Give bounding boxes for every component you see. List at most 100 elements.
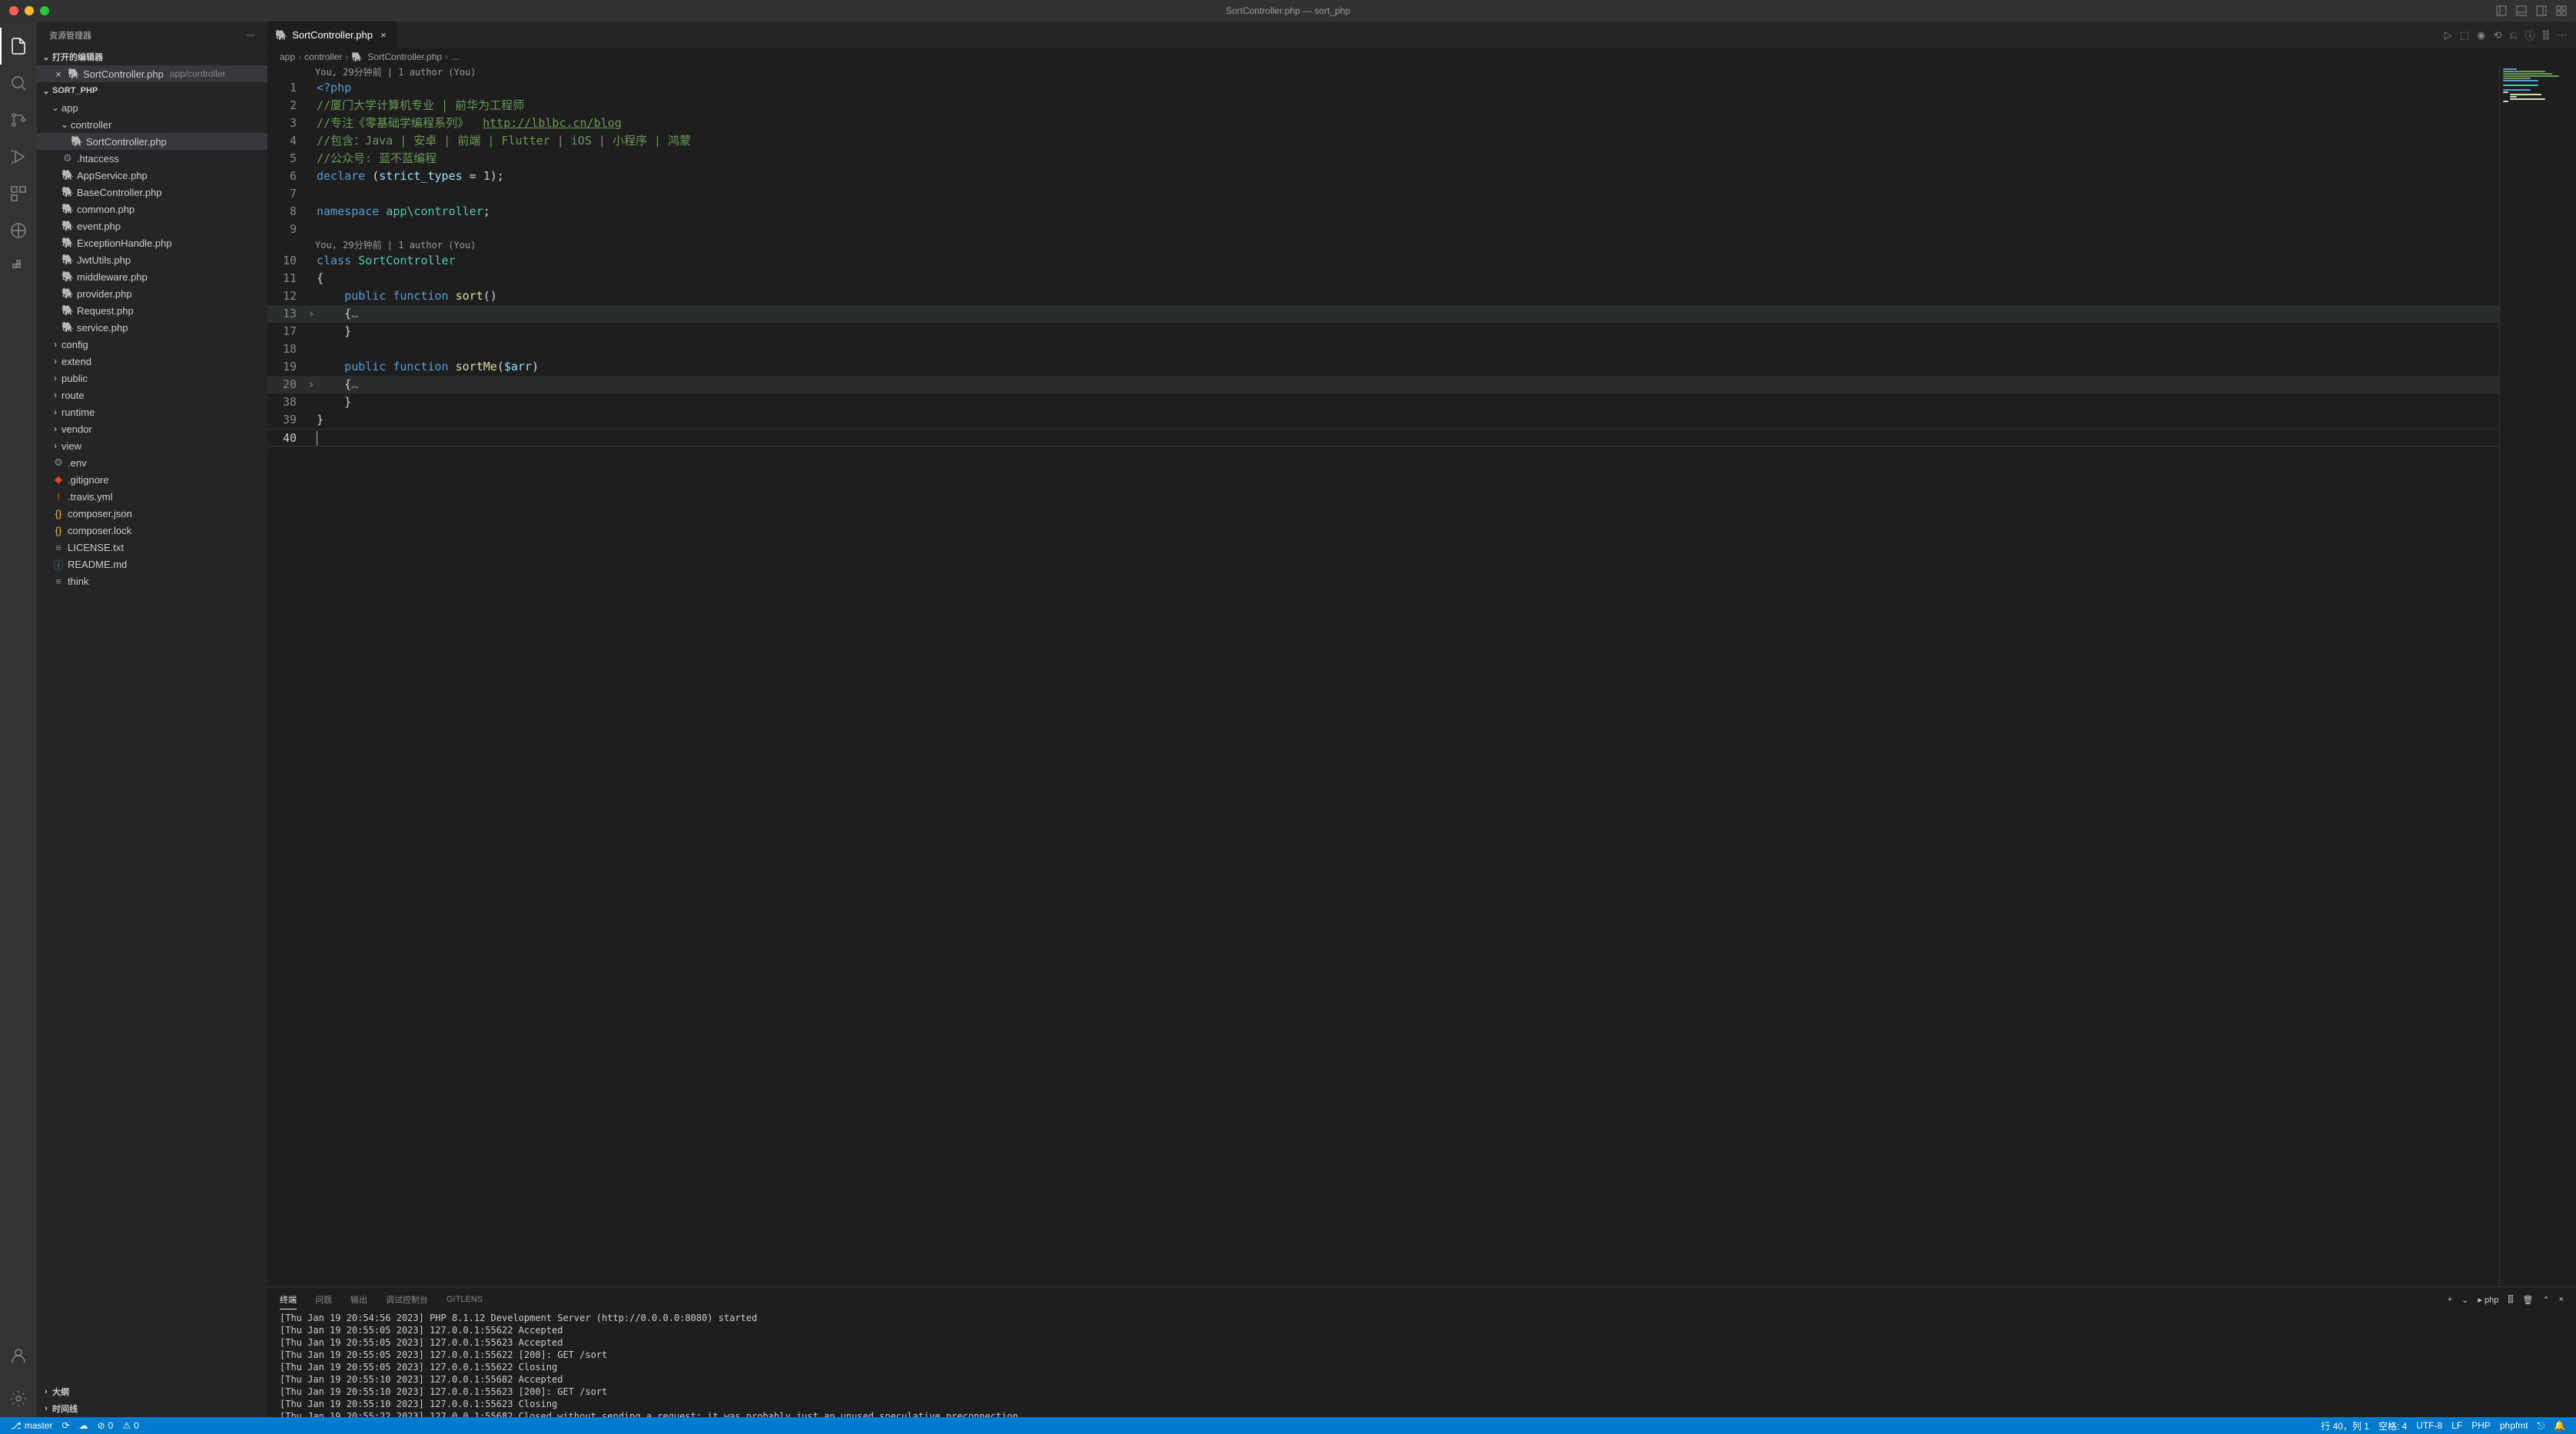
file-exception[interactable]: 🐘ExceptionHandle.php [37,234,267,251]
layout-sidebar-right-icon[interactable] [2535,4,2548,18]
layout-sidebar-left-icon[interactable] [2495,4,2508,18]
warnings-count[interactable]: ⚠0 [118,1420,143,1431]
file-travis[interactable]: !.travis.yml [37,488,267,505]
layout-panel-icon[interactable] [2515,4,2528,18]
file-readme[interactable]: ⓘREADME.md [37,556,267,573]
open-editor-item[interactable]: × 🐘 SortController.php app/controller [37,65,267,82]
file-composer-json[interactable]: {}composer.json [37,505,267,522]
eol[interactable]: LF [2447,1419,2467,1432]
close-icon[interactable]: × [52,68,65,80]
file-jwtutils[interactable]: 🐘JwtUtils.php [37,251,267,268]
close-window[interactable] [9,6,18,15]
explorer-icon[interactable] [0,28,37,65]
terminal-dropdown-icon[interactable]: ⌄ [2461,1295,2468,1305]
cursor-position[interactable]: 行 40，列 1 [2316,1419,2374,1432]
file-env[interactable]: ⚙.env [37,454,267,471]
file-license[interactable]: ≡LICENSE.txt [37,539,267,556]
folder-runtime[interactable]: ›runtime [37,403,267,420]
new-terminal-icon[interactable]: + [2448,1295,2452,1304]
shell-indicator[interactable]: ▸ php [2478,1295,2498,1305]
file-provider[interactable]: 🐘provider.php [37,285,267,302]
output-tab[interactable]: 输出 [350,1290,367,1309]
git-icon[interactable]: ⎌ [2509,29,2517,41]
extensions-icon[interactable] [0,175,37,212]
editor-tab[interactable]: 🐘 SortController.php × [267,22,398,48]
settings-gear-icon[interactable] [0,1380,37,1417]
crumb[interactable]: app [280,51,295,62]
codelens[interactable]: You, 29分钟前 | 1 author (You) [267,238,2499,252]
remote-icon[interactable] [0,212,37,249]
docker-icon[interactable] [0,249,37,286]
file-sortcontroller[interactable]: 🐘SortController.php [37,133,267,150]
git-branch[interactable]: ⎇ master [6,1420,58,1431]
account-icon[interactable] [0,1337,37,1374]
layout-customize-icon[interactable] [2554,4,2568,18]
fold-icon[interactable]: › [306,305,317,323]
folder-app[interactable]: ⌄app [37,99,267,116]
folder-public[interactable]: ›public [37,370,267,387]
open-editors-section[interactable]: ⌄ 打开的编辑器 [37,48,267,65]
feedback-icon[interactable]: ⎋ [2533,1419,2550,1432]
compare-icon[interactable]: ◉ [2477,29,2485,41]
split-icon[interactable]: ⫿⫿ [2543,29,2549,41]
debug-console-tab[interactable]: 调试控制台 [386,1290,428,1309]
panel-close-icon[interactable]: × [2559,1295,2564,1304]
codelens[interactable]: You, 29分钟前 | 1 author (You) [267,65,2499,79]
folder-config[interactable]: ›config [37,336,267,353]
minimap[interactable] [2499,65,2576,1286]
search-icon[interactable] [0,65,37,101]
source-control-icon[interactable] [0,101,37,138]
file-gitignore[interactable]: ◆.gitignore [37,471,267,488]
indentation[interactable]: 空格: 4 [2374,1419,2412,1432]
language-mode[interactable]: PHP [2467,1419,2495,1432]
terminal-tab[interactable]: 终端 [280,1290,297,1310]
breadcrumb[interactable]: app › controller › 🐘 SortController.php … [267,48,2576,65]
timeline-section[interactable]: › 时间线 [37,1400,267,1417]
more-icon[interactable]: ⋯ [247,30,255,40]
debug-run-icon[interactable]: ⬚ [2460,29,2469,41]
file-composer-lock[interactable]: {}composer.lock [37,522,267,539]
split-terminal-icon[interactable]: ⫿⫿ [2508,1295,2513,1305]
terminal-output[interactable]: [Thu Jan 19 20:54:56 2023] PHP 8.1.12 De… [267,1312,2576,1417]
formatter[interactable]: phpfmt [2495,1419,2533,1432]
line-number: 40 [267,430,306,446]
cloud-button[interactable]: ☁ [75,1420,93,1431]
gitlens-tab[interactable]: GITLENS [446,1292,483,1307]
file-service[interactable]: 🐘service.php [37,319,267,336]
file-appservice[interactable]: 🐘AppService.php [37,167,267,184]
project-section[interactable]: ⌄ SORT_PHP [37,82,267,99]
encoding[interactable]: UTF-8 [2412,1419,2447,1432]
problems-tab[interactable]: 问题 [315,1290,332,1309]
folder-vendor[interactable]: ›vendor [37,420,267,437]
file-request[interactable]: 🐘Request.php [37,302,267,319]
crumb[interactable]: controller [304,51,342,62]
errors-count[interactable]: ⊘0 [93,1420,118,1431]
help-icon[interactable]: ⓘ [2525,28,2535,42]
file-middleware[interactable]: 🐘middleware.php [37,268,267,285]
file-common[interactable]: 🐘common.php [37,201,267,217]
folder-route[interactable]: ›route [37,387,267,403]
outline-section[interactable]: › 大纲 [37,1383,267,1400]
crumb[interactable]: ... [451,51,459,62]
file-basecontroller[interactable]: 🐘BaseController.php [37,184,267,201]
minimize-window[interactable] [25,6,34,15]
file-event[interactable]: 🐘event.php [37,217,267,234]
more-icon[interactable]: ⋯ [2557,29,2567,41]
folder-extend[interactable]: ›extend [37,353,267,370]
close-tab-icon[interactable]: × [377,29,390,41]
folder-view[interactable]: ›view [37,437,267,454]
code-editor[interactable]: You, 29分钟前 | 1 author (You) 1<?php 2//厦门… [267,65,2576,1286]
run-icon[interactable]: ▷ [2445,29,2452,41]
kill-terminal-icon[interactable]: 🗑 [2522,1295,2533,1305]
maximize-window[interactable] [40,6,49,15]
crumb[interactable]: SortController.php [367,51,442,62]
fold-icon[interactable]: › [306,376,317,393]
panel-maximize-icon[interactable]: ⌃ [2542,1295,2549,1305]
file-think[interactable]: ≡think [37,573,267,589]
diff-icon[interactable]: ⟲ [2493,29,2501,41]
debug-icon[interactable] [0,138,37,175]
notifications-icon[interactable]: 🔔 [2549,1419,2570,1432]
sync-button[interactable]: ⟳ [58,1420,75,1431]
file-htaccess[interactable]: ⚙.htaccess [37,150,267,167]
folder-controller[interactable]: ⌄controller [37,116,267,133]
